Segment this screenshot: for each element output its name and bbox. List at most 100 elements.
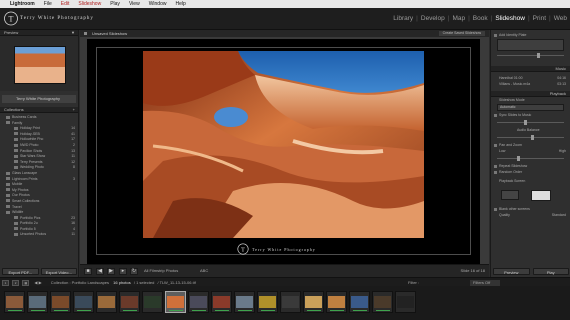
- filmstrip-info-bar: 1 2 ▦ ◀ ▶ Collection : Portfolio Landsca…: [0, 277, 570, 286]
- menu-app-name[interactable]: Lightroom: [10, 1, 35, 7]
- menu-view[interactable]: View: [129, 1, 140, 7]
- filmstrip-thumbnail[interactable]: [4, 291, 25, 313]
- template-item[interactable]: Terry White Photography: [2, 95, 76, 103]
- next-icon[interactable]: ▶: [107, 267, 115, 275]
- module-slideshow[interactable]: Slideshow: [495, 15, 525, 22]
- slide-canvas[interactable]: T Terry White Photography: [87, 39, 480, 264]
- module-develop[interactable]: Develop: [421, 15, 445, 22]
- repeat-checkbox[interactable]: [494, 164, 497, 168]
- identity-plate-checkbox[interactable]: [494, 33, 497, 37]
- identity-plate-preview[interactable]: [497, 39, 564, 51]
- source-collection[interactable]: Collection : Portfolio Landscapes: [51, 280, 109, 285]
- module-library[interactable]: Library: [393, 15, 413, 22]
- export-video-button[interactable]: Export Video...: [40, 268, 77, 275]
- repeat-label: Repeat Slideshow: [499, 164, 528, 168]
- filmstrip-thumbnail[interactable]: [50, 291, 71, 313]
- svg-text:T: T: [9, 15, 14, 24]
- thumbnail-image: [190, 296, 207, 308]
- filter-select[interactable]: Filters Off: [470, 279, 501, 286]
- stop-icon[interactable]: ■: [84, 267, 92, 275]
- photo-count: 16 photos: [113, 280, 131, 285]
- filmstrip-thumbnail[interactable]: [96, 291, 117, 313]
- menu-window[interactable]: Window: [149, 1, 167, 7]
- module-book[interactable]: Book: [473, 15, 488, 22]
- filmstrip-thumbnail[interactable]: [27, 291, 48, 313]
- preview-button[interactable]: Preview: [493, 268, 530, 275]
- blank-screens-checkbox[interactable]: [494, 207, 497, 211]
- sync-slides-row[interactable]: Sync Slides to Music: [491, 112, 570, 118]
- filmstrip-thumbnail[interactable]: [119, 291, 140, 313]
- create-saved-slideshow-button[interactable]: Create Saved Slideshow: [438, 31, 485, 36]
- filmstrip-thumbnail[interactable]: [303, 291, 324, 313]
- filmstrip-thumbnail[interactable]: [165, 291, 186, 313]
- play-button[interactable]: Play: [532, 268, 569, 275]
- music-track-2[interactable]: Villians - Music.m4a 03:13: [491, 81, 570, 87]
- quality-row[interactable]: Quality Standard: [491, 212, 570, 218]
- screen-selector: [491, 184, 570, 206]
- filmstrip-thumbnail[interactable]: [326, 291, 347, 313]
- export-pdf-button[interactable]: Export PDF...: [2, 268, 39, 275]
- identity-scale-slider[interactable]: [497, 53, 564, 58]
- filmstrip-thumbnail[interactable]: [395, 291, 416, 313]
- slide-length-slider[interactable]: [497, 120, 564, 125]
- module-web[interactable]: Web: [554, 15, 567, 22]
- text-overlay-button[interactable]: ABC: [200, 267, 208, 275]
- menu-edit[interactable]: Edit: [61, 1, 70, 7]
- collection-name: Our Photos: [12, 193, 30, 198]
- collection-icon: [14, 154, 18, 158]
- collections-panel-header[interactable]: Collections +: [0, 107, 78, 113]
- filmstrip-thumbnail[interactable]: [234, 291, 255, 313]
- filmstrip-thumbnail[interactable]: [349, 291, 370, 313]
- thumbnail-image: [213, 296, 230, 308]
- rotate-icon[interactable]: ↻: [130, 267, 138, 275]
- collection-icon: [14, 165, 18, 169]
- filmstrip-thumbnail[interactable]: [372, 291, 393, 313]
- filmstrip-thumbnail[interactable]: [73, 291, 94, 313]
- pan-zoom-slider[interactable]: [497, 156, 564, 161]
- filmstrip-thumbnail[interactable]: [211, 291, 232, 313]
- menu-play[interactable]: Play: [110, 1, 120, 7]
- random-order-row[interactable]: Random Order: [491, 169, 570, 175]
- thumbnail-image: [75, 296, 92, 308]
- collection-icon: [14, 216, 18, 220]
- nav-back-icon[interactable]: ◀ ▶: [34, 280, 41, 285]
- pan-zoom-label: Pan and Zoom: [499, 143, 522, 147]
- menu-help[interactable]: Help: [175, 1, 185, 7]
- add-collection-icon[interactable]: +: [73, 107, 75, 113]
- collection-name: Holiday Print: [20, 126, 40, 131]
- module-print[interactable]: Print: [533, 15, 546, 22]
- audio-balance-slider[interactable]: [497, 135, 564, 140]
- collection-item[interactable]: Unsorted Photos 11: [0, 232, 78, 238]
- sync-slides-checkbox[interactable]: [494, 113, 497, 117]
- filmstrip-thumbnail[interactable]: [257, 291, 278, 313]
- identity-plate-row[interactable]: Add Identity Plate: [491, 32, 570, 38]
- collection-name: Family: [12, 120, 23, 125]
- menu-file[interactable]: File: [44, 1, 52, 7]
- random-order-checkbox[interactable]: [494, 170, 497, 174]
- music-section-header[interactable]: Music: [491, 66, 570, 72]
- play-icon[interactable]: ▸: [119, 267, 127, 275]
- pan-zoom-checkbox[interactable]: [494, 143, 497, 147]
- slide-identity-plate: T Terry White Photography: [87, 239, 480, 261]
- rating-marker: [330, 310, 344, 311]
- thumbnail-image: [52, 296, 69, 308]
- source-select[interactable]: All Filmstrip Photos: [144, 267, 178, 275]
- module-map[interactable]: Map: [452, 15, 465, 22]
- filmstrip-thumbnail[interactable]: [280, 291, 301, 313]
- collection-count: 11: [71, 232, 75, 237]
- screen-1-icon[interactable]: [501, 190, 519, 200]
- rating-marker: [215, 310, 229, 311]
- collection-icon: [14, 227, 18, 231]
- preview-thumbnail: [14, 46, 66, 84]
- slide-editor: Unsaved Slideshow Create Saved Slideshow: [80, 30, 489, 277]
- filmstrip-thumbnail[interactable]: [188, 291, 209, 313]
- slideshow-mode-select[interactable]: Automatic: [497, 104, 564, 111]
- collection-icon: [6, 193, 10, 197]
- prev-icon[interactable]: ◀: [96, 267, 104, 275]
- filmstrip-thumbnail[interactable]: [142, 291, 163, 313]
- rating-marker: [376, 310, 390, 311]
- quality-value[interactable]: Standard: [552, 212, 566, 218]
- thumbnail-image: [29, 296, 46, 308]
- menu-slideshow[interactable]: Slideshow: [78, 1, 101, 7]
- screen-2-icon[interactable]: [531, 190, 551, 201]
